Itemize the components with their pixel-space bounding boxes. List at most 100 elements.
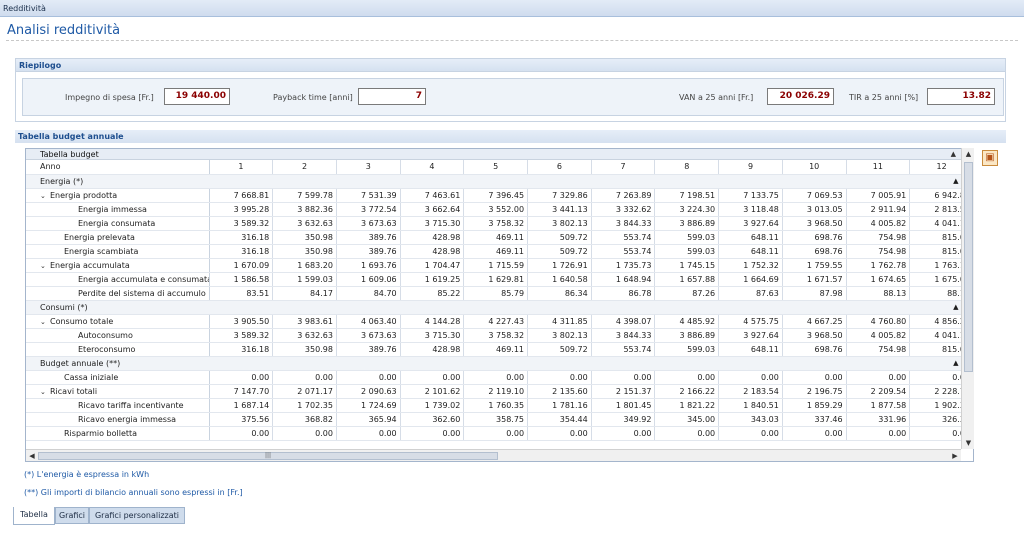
- riepilogo-title: Riepilogo: [16, 59, 1005, 72]
- collapse-icon[interactable]: ▲: [951, 149, 956, 160]
- table-row[interactable]: ⌄ Energia accumulata 1 670.09 1 683.20 1 693…: [26, 258, 962, 273]
- table-row[interactable]: Energia immessa 3 995.28 3 882.36 3 772.54 3…: [26, 202, 962, 217]
- value-cell: 1 781.16: [527, 398, 592, 413]
- expand-chevron-icon[interactable]: ⌄: [40, 192, 50, 200]
- value-cell: 349.92: [591, 412, 656, 427]
- value-cell: 469.11: [463, 230, 529, 245]
- year-header-cell[interactable]: 10: [782, 160, 847, 175]
- section-row[interactable]: Energia (*) ▲: [26, 174, 962, 189]
- expand-chevron-icon[interactable]: ⌄: [40, 388, 50, 396]
- tir-label: TIR a 25 anni [%]: [849, 93, 919, 102]
- row-label: Energia prelevata: [64, 232, 135, 242]
- year-header-cell[interactable]: 5: [463, 160, 529, 175]
- van-field[interactable]: 20 026.29: [767, 88, 834, 105]
- value-cell: 3 715.30: [400, 216, 465, 231]
- table-row[interactable]: Ricavo tariffa incentivante 1 687.14 1 702…: [26, 398, 962, 413]
- value-cell: 4 667.25: [782, 314, 847, 329]
- table-row[interactable]: Autoconsumo 3 589.32 3 632.63 3 673.63 3 715…: [26, 328, 962, 343]
- table-row[interactable]: Energia accumulata e consumata 1 586.58 1 …: [26, 272, 962, 287]
- value-cell: 389.76: [336, 230, 401, 245]
- collapse-icon[interactable]: ▲: [953, 177, 958, 185]
- value-cell: 815.09: [909, 342, 962, 357]
- horizontal-scrollbar[interactable]: ◀ ||| ▶: [26, 449, 961, 461]
- table-row[interactable]: Risparmio bolletta 0.00 0.00 0.00 0.00 0.00 0.…: [26, 426, 962, 441]
- section-row[interactable]: Budget annuale (**) ▲: [26, 356, 962, 371]
- scroll-left-icon[interactable]: ◀: [26, 450, 38, 462]
- value-cell: 553.74: [591, 342, 656, 357]
- value-cell: 88.13: [846, 286, 911, 301]
- year-header-cell[interactable]: 3: [336, 160, 401, 175]
- tab-tabella[interactable]: Tabella: [13, 507, 55, 525]
- year-header-cell[interactable]: 1: [209, 160, 274, 175]
- tab-grafici-personalizzati[interactable]: Grafici personalizzati: [89, 507, 185, 524]
- value-cell: 84.70: [336, 286, 401, 301]
- section-row[interactable]: Consumi (*) ▲: [26, 300, 962, 315]
- value-cell: 7 668.81: [209, 188, 274, 203]
- collapse-icon[interactable]: ▲: [953, 359, 958, 367]
- value-cell: 2 911.94: [846, 202, 911, 217]
- year-header-cell[interactable]: 11: [846, 160, 911, 175]
- year-header-cell[interactable]: 7: [591, 160, 656, 175]
- table-row[interactable]: Eteroconsumo 316.18 350.98 389.76 428.98 469.…: [26, 342, 962, 357]
- value-cell: 1 760.35: [463, 398, 529, 413]
- table-row[interactable]: Ricavo energia immessa 375.56 368.82 365.94…: [26, 412, 962, 427]
- table-row[interactable]: ⌄ Energia prodotta 7 668.81 7 599.78 7 531.3…: [26, 188, 962, 203]
- vertical-scrollbar[interactable]: ▲ ▼: [961, 148, 974, 449]
- row-label: Consumo totale: [50, 316, 114, 326]
- table-row[interactable]: Energia consumata 3 589.32 3 632.63 3 673.6…: [26, 216, 962, 231]
- value-cell: 0.00: [846, 426, 911, 441]
- year-header-cell[interactable]: 4: [400, 160, 465, 175]
- value-cell: 7 396.45: [463, 188, 529, 203]
- table-row[interactable]: Energia scambiata 316.18 350.98 389.76 428.9…: [26, 244, 962, 259]
- value-cell: 316.18: [209, 244, 274, 259]
- grid-group-header[interactable]: Tabella budget ▲: [26, 149, 962, 160]
- budget-table: Anno 1 2 3 4 5 6 7 8 9 10 11 12 Energia (*) ▲ ⌄ Energia …: [26, 160, 962, 441]
- row-label-cell: ⌄ Ricavi totali: [26, 384, 210, 399]
- expand-chevron-icon[interactable]: ⌄: [40, 318, 50, 326]
- impegno-field[interactable]: 19 440.00: [164, 88, 230, 105]
- row-label-cell: Eteroconsumo: [26, 342, 210, 357]
- value-cell: 1 745.15: [654, 258, 720, 273]
- table-row[interactable]: ⌄ Ricavi totali 7 147.70 2 071.17 2 090.63 2 …: [26, 384, 962, 399]
- year-header-cell[interactable]: 9: [718, 160, 783, 175]
- value-cell: 2 151.37: [591, 384, 656, 399]
- table-row[interactable]: Energia prelevata 316.18 350.98 389.76 428.9…: [26, 230, 962, 245]
- value-cell: 4 005.82: [846, 328, 911, 343]
- expand-chevron-icon[interactable]: ⌄: [40, 262, 50, 270]
- value-cell: 375.56: [209, 412, 274, 427]
- year-header-cell[interactable]: 12: [909, 160, 962, 175]
- scroll-down-icon[interactable]: ▼: [962, 437, 975, 449]
- payback-field[interactable]: 7: [358, 88, 426, 105]
- year-header-cell[interactable]: 8: [654, 160, 720, 175]
- row-label: Risparmio bolletta: [64, 428, 138, 438]
- save-button[interactable]: ▣: [982, 150, 998, 166]
- tir-field[interactable]: 13.82: [927, 88, 995, 105]
- year-header-cell[interactable]: 6: [527, 160, 592, 175]
- year-header-label: Anno: [26, 160, 210, 175]
- value-cell: 1 609.06: [336, 272, 401, 287]
- value-cell: 354.44: [527, 412, 592, 427]
- scroll-up-icon[interactable]: ▲: [962, 148, 975, 160]
- value-cell: 4 398.07: [591, 314, 656, 329]
- value-cell: 7 005.91: [846, 188, 911, 203]
- value-cell: 3 662.64: [400, 202, 465, 217]
- table-row[interactable]: ⌄ Consumo totale 3 905.50 3 983.61 4 063.40 4…: [26, 314, 962, 329]
- horizontal-scroll-thumb[interactable]: |||: [38, 452, 498, 460]
- vertical-scroll-thumb[interactable]: [964, 162, 973, 372]
- value-cell: 1 762.78: [846, 258, 911, 273]
- scroll-right-icon[interactable]: ▶: [949, 450, 961, 462]
- row-label-cell: Energia accumulata e consumata: [26, 272, 210, 287]
- value-cell: 599.03: [654, 244, 720, 259]
- table-row[interactable]: Perdite del sistema di accumulo 83.51 84.1…: [26, 286, 962, 301]
- value-cell: 7 599.78: [272, 188, 337, 203]
- value-cell: 85.22: [400, 286, 465, 301]
- collapse-icon[interactable]: ▲: [953, 303, 958, 311]
- value-cell: 1 693.76: [336, 258, 401, 273]
- table-row[interactable]: Cassa iniziale 0.00 0.00 0.00 0.00 0.00 0.00 0.…: [26, 370, 962, 385]
- row-label-cell: Cassa iniziale: [26, 370, 210, 385]
- value-cell: 3 118.48: [718, 202, 783, 217]
- tab-grafici[interactable]: Grafici: [55, 507, 89, 524]
- value-cell: 754.98: [846, 244, 911, 259]
- title-divider: [6, 40, 1018, 41]
- year-header-cell[interactable]: 2: [272, 160, 337, 175]
